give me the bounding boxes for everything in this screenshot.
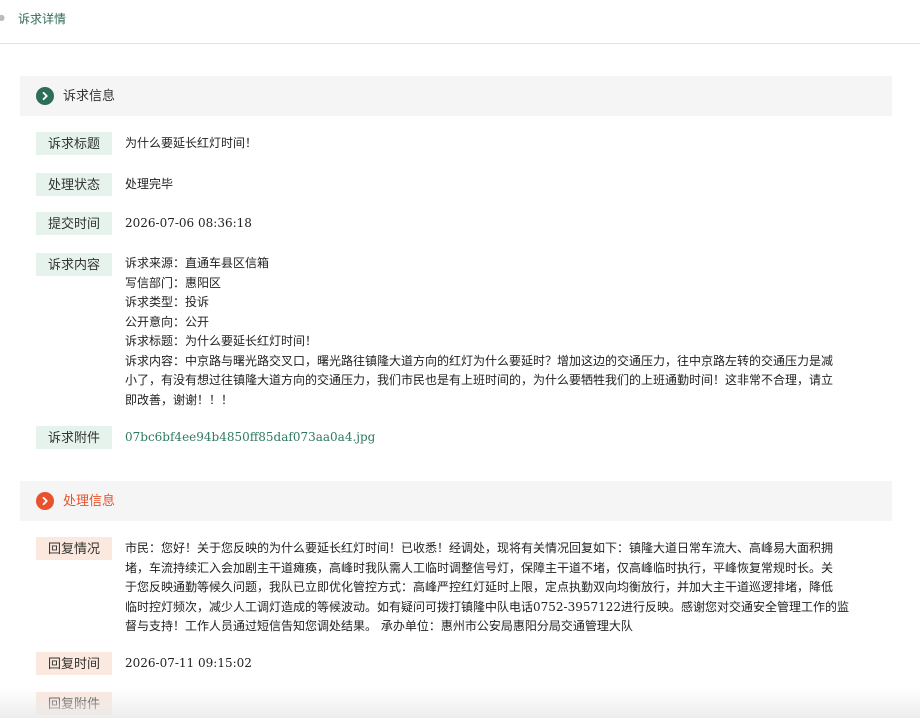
content-line: 即改善，谢谢！！！ bbox=[125, 392, 234, 407]
status-value: 处理完毕 bbox=[125, 177, 174, 191]
reply-line: 市民：您好！关于您反映的为什么要延长红灯时间！已收悉！经调处，现将有关情况回复如… bbox=[125, 541, 834, 555]
bottom-shadow bbox=[0, 688, 920, 718]
reply-label: 回复情况 bbox=[36, 537, 112, 560]
reply-line: 于您反映通勤等候久问题，我队已立即优化管控方式：高峰严控红灯延时上限，定点执勤双… bbox=[125, 580, 834, 594]
breadcrumb-current[interactable]: 诉求详情 bbox=[18, 10, 66, 27]
reply-line: 督与支持！工作人员通过短信告知您调处结果。 承办单位：惠州市公安局惠阳分局交通管… bbox=[125, 619, 633, 633]
content-line: 诉求标题：为什么要延长红灯时间！ bbox=[125, 334, 318, 348]
appeal-section-header: 诉求信息 bbox=[20, 76, 892, 116]
content-value: 诉求来源：直通车县区信箱 写信部门：惠阳区 诉求类型：投诉 公开意向：公开 诉求… bbox=[125, 254, 882, 410]
content-line: 公开意向：公开 bbox=[125, 314, 210, 329]
reply-time-label: 回复时间 bbox=[36, 652, 112, 675]
reply-attachment-label: 回复附件 bbox=[36, 692, 112, 715]
content-line: 诉求内容：中京路与曙光路交叉口，曙光路往镇隆大道方向的红灯为什么要延时？增加这边… bbox=[125, 353, 834, 368]
appeal-section-title: 诉求信息 bbox=[63, 88, 116, 103]
content-line: 诉求类型：投诉 bbox=[125, 295, 210, 309]
attachment-label: 诉求附件 bbox=[36, 426, 112, 449]
appeal-title-value: 为什么要延长红灯时间！ bbox=[125, 136, 258, 150]
content-label: 诉求内容 bbox=[36, 253, 112, 276]
appeal-title-label: 诉求标题 bbox=[36, 132, 112, 155]
content-line: 诉求来源：直通车县区信箱 bbox=[125, 256, 270, 270]
reply-line: 临时控灯频次，减少人工调灯造成的等候波动。如有疑问可拨打镇隆中队电话0752-3… bbox=[125, 599, 850, 614]
chevron-right-icon bbox=[36, 492, 54, 510]
reply-time-value: 2026-07-11 09:15:02 bbox=[125, 656, 252, 670]
reply-value: 市民：您好！关于您反映的为什么要延长红灯时间！已收悉！经调处，现将有关情况回复如… bbox=[125, 539, 882, 637]
attachment-link[interactable]: 07bc6bf4ee94b4850ff85daf073aa0a4.jpg bbox=[125, 430, 375, 444]
content-line: 小了，有没有想过往镇隆大道方向的交通压力，我们市民也是有上班时间的，为什么要牺牲… bbox=[125, 373, 834, 387]
reply-line: 堵，车流持续汇入会加剧主干道瘫痪，高峰时我队需人工临时调整信号灯，保障主干道不堵… bbox=[125, 560, 834, 575]
handling-section-header: 处理信息 bbox=[20, 481, 892, 521]
breadcrumb-separator-icon: ● bbox=[0, 13, 5, 22]
submit-time-value: 2026-07-06 08:36:18 bbox=[125, 216, 252, 230]
chevron-right-icon bbox=[36, 87, 54, 105]
status-label: 处理状态 bbox=[36, 173, 112, 196]
handling-section-title: 处理信息 bbox=[63, 493, 116, 508]
attachment-row: 07bc6bf4ee94b4850ff85daf073aa0a4.jpg bbox=[125, 428, 375, 448]
content-line: 写信部门：惠阳区 bbox=[125, 275, 222, 290]
submit-time-label: 提交时间 bbox=[36, 212, 112, 235]
top-bar: ● 诉求详情 bbox=[0, 0, 920, 44]
